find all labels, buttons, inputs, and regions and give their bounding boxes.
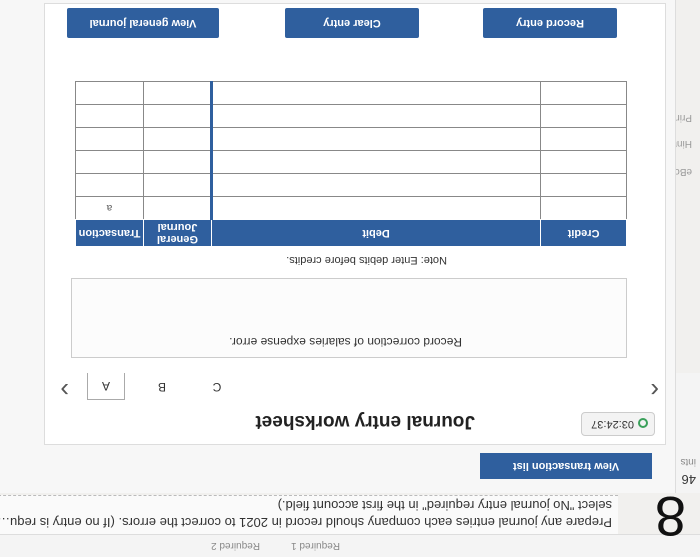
timer-value: 03:24:37 [591, 418, 634, 430]
transaction-cell [75, 173, 144, 197]
record-entry-button[interactable]: Record entry [483, 8, 617, 38]
account-select[interactable] [143, 104, 212, 128]
header-transaction: Transaction [75, 219, 144, 247]
points-value: 46 [681, 472, 696, 487]
transaction-cell [75, 104, 144, 128]
view-general-journal-button[interactable]: View general journal [67, 8, 219, 38]
debit-cell[interactable] [211, 127, 541, 151]
credit-cell[interactable] [540, 127, 627, 151]
next-arrow-icon[interactable]: › [60, 375, 69, 406]
timer: 03:24:37 [581, 412, 655, 436]
clock-icon [638, 418, 648, 428]
prev-arrow-icon[interactable]: ‹ [650, 375, 659, 406]
tab-required-1[interactable]: Required 1 [291, 540, 340, 551]
debit-cell[interactable] [211, 196, 541, 220]
tab-c[interactable]: C [199, 374, 235, 400]
instructions: Prepare any journal entries each company… [0, 495, 618, 535]
transaction-cell: a [75, 196, 144, 220]
account-select[interactable] [143, 127, 212, 151]
account-select[interactable] [143, 150, 212, 174]
account-select[interactable] [143, 196, 212, 220]
screen-photo: Required 1 Required 2 8 Prepare any jour… [0, 0, 700, 557]
table-row [75, 81, 627, 105]
points-panel: 46 ints [676, 373, 700, 493]
question-number: 8 [654, 485, 686, 548]
table-row [75, 127, 627, 151]
view-transaction-list-button[interactable]: View transaction list [480, 453, 652, 479]
debit-cell[interactable] [211, 150, 541, 174]
header-debit: Debit [211, 219, 541, 247]
worksheet-title: Journal entry worksheet [255, 411, 475, 432]
debit-cell[interactable] [211, 81, 541, 105]
journal-table: Credit Debit General Journal Transaction… [75, 81, 627, 247]
credit-cell[interactable] [540, 196, 627, 220]
account-select[interactable] [143, 81, 212, 105]
table-row [75, 150, 627, 174]
entry-description: Record correction of salaries expense er… [229, 335, 462, 349]
journal-worksheet-panel: 03:24:37 Journal entry worksheet ‹ › A B… [44, 3, 666, 445]
transaction-cell [75, 81, 144, 105]
points-label: ints [680, 456, 696, 467]
entry-description-box: Record correction of salaries expense er… [71, 278, 627, 358]
debit-cell[interactable] [211, 104, 541, 128]
debit-cell[interactable] [211, 173, 541, 197]
header-credit: Credit [540, 219, 627, 247]
table-row [75, 104, 627, 128]
table-row: a [75, 196, 627, 220]
tab-b[interactable]: B [144, 374, 180, 400]
credit-cell[interactable] [540, 104, 627, 128]
tab-a[interactable]: A [87, 373, 125, 400]
credit-cell[interactable] [540, 81, 627, 105]
requirement-tabs: Required 1 Required 2 [0, 534, 700, 557]
account-select[interactable] [143, 173, 212, 197]
note: Note: Enter debits before credits. [286, 254, 447, 266]
credit-cell[interactable] [540, 173, 627, 197]
table-row [75, 173, 627, 197]
transaction-cell [75, 127, 144, 151]
hint-link[interactable]: Hint [674, 138, 692, 149]
tab-required-2[interactable]: Required 2 [211, 540, 260, 551]
header-general-journal: General Journal [143, 219, 212, 247]
clear-entry-button[interactable]: Clear entry [285, 8, 419, 38]
transaction-cell [75, 150, 144, 174]
credit-cell[interactable] [540, 150, 627, 174]
